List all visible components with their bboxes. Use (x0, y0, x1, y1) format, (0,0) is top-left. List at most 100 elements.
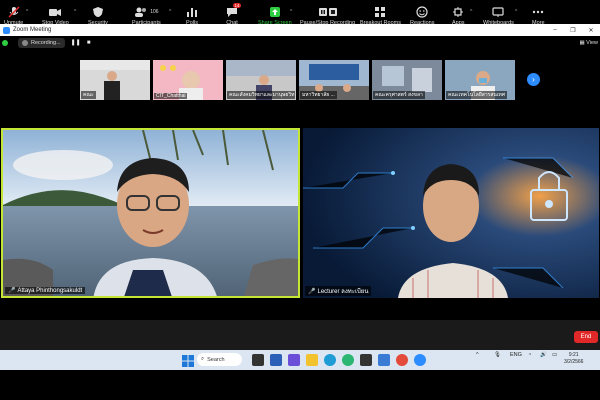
chat-label: Chat (226, 20, 238, 26)
pause-recording-button[interactable]: ❚❚ (71, 39, 81, 47)
zoom-screen: Zoom Meeting – ❐ ✕ Recording... ❚❚ ■ ▦ V… (0, 0, 600, 400)
share-screen-button[interactable]: Share Screen (258, 6, 292, 26)
teams-chat-icon[interactable] (288, 354, 300, 366)
participant-tile[interactable]: คณะ (80, 60, 150, 100)
more-label: More (532, 20, 545, 26)
apps-icon (452, 6, 464, 18)
mail-icon[interactable] (378, 354, 390, 366)
view-button[interactable]: ▦ View (579, 40, 598, 46)
meeting-toolbar (0, 320, 600, 350)
speaker-name: Attaya Phinthongsakuldt (17, 287, 83, 294)
participant-name: คณะเทคโนโลยีสารสนเทศ (446, 91, 507, 99)
keyboard-language[interactable]: ENG (510, 352, 522, 358)
security-button[interactable]: Security (88, 6, 108, 26)
battery-icon[interactable]: ▭ (552, 352, 557, 358)
share-options-caret[interactable]: ^ (290, 9, 292, 15)
participants-label: Participants (132, 20, 161, 26)
taskbar-search-box[interactable]: ⌕ Search (197, 353, 242, 366)
participant-name: คณะสังคมวิทยาและมานุษยวิทยา (227, 91, 295, 99)
pause-stop-icon (318, 6, 338, 18)
participant-strip: คณะ CIT_Chatthai คณะสังคมวิทยาและมานุษยว… (80, 60, 518, 100)
windows-start-icon[interactable] (182, 354, 194, 367)
participant-name: คณะครุศาสตร์ สงขลา (373, 91, 425, 99)
lecturer-name-label: 🎤 Lecturer ลงทะเบียน (305, 286, 372, 296)
edge-browser-icon[interactable] (324, 354, 336, 366)
stop-recording-button[interactable]: ■ (85, 39, 93, 47)
polls-button[interactable]: Polls (186, 6, 198, 26)
close-button[interactable]: ✕ (582, 27, 600, 34)
chrome-alt-icon[interactable] (342, 354, 354, 366)
search-placeholder: Search (207, 356, 225, 363)
apps-options-caret[interactable]: ^ (470, 9, 472, 15)
apps-label: Apps (452, 20, 465, 26)
participant-tile[interactable]: คณะเทคโนโลยีสารสนเทศ (445, 60, 515, 100)
zoom-logo-icon (3, 26, 10, 34)
more-button[interactable]: More (532, 6, 545, 26)
task-view-icon[interactable] (252, 354, 264, 366)
whiteboards-options-caret[interactable]: ^ (515, 9, 517, 15)
stop-video-button[interactable]: Stop Video (42, 6, 69, 26)
lecturer-video (303, 128, 599, 298)
tray-mic-icon[interactable]: 🎙 (494, 352, 501, 358)
security-label: Security (88, 20, 108, 26)
mic-icon: 🎤 (308, 288, 316, 295)
breakout-rooms-icon (374, 6, 386, 18)
participants-button[interactable]: 106 Participants (132, 6, 161, 26)
polls-label: Polls (186, 20, 198, 26)
participant-tile[interactable]: คณะสังคมวิทยาและมานุษยวิทยา (226, 60, 296, 100)
video-camera-icon (48, 6, 62, 18)
reactions-smiley-icon (416, 6, 428, 18)
recording-dot-icon (22, 40, 28, 46)
reactions-label: Reactions (410, 20, 435, 26)
participant-tile[interactable]: มหาวิทยาลัย ... (299, 60, 369, 100)
next-page-button[interactable]: › (527, 73, 540, 86)
taskbar-clock[interactable]: 9:21 3/2/2566 (564, 352, 583, 366)
more-dots-icon (532, 6, 544, 18)
speaker-video (3, 130, 298, 296)
zoom-app-icon[interactable] (414, 354, 426, 366)
clock-time: 9:21 (568, 352, 579, 358)
end-meeting-button[interactable]: End (574, 331, 598, 343)
whiteboards-button[interactable]: Whiteboards (483, 6, 514, 26)
recording-label: Recording... (31, 40, 61, 46)
unmute-label: Unmute (4, 20, 24, 26)
chat-bubble-icon: 14 (226, 3, 242, 18)
minimize-button[interactable]: – (546, 27, 564, 34)
search-icon: ⌕ (201, 356, 205, 362)
unmute-button[interactable]: Unmute (4, 6, 23, 26)
audio-options-caret[interactable]: ^ (26, 9, 28, 15)
tray-overflow-icon[interactable]: ^ (476, 352, 479, 358)
participants-options-caret[interactable]: ^ (169, 9, 171, 15)
pause-stop-recording-button[interactable]: Pause/Stop Recording (300, 6, 355, 26)
wifi-icon[interactable]: ◔ (528, 352, 531, 358)
mic-muted-icon (8, 6, 20, 18)
participant-tile[interactable]: CIT_Chatthai (153, 60, 223, 100)
participant-name: คณะ (81, 91, 96, 99)
participants-count: 106 (150, 9, 159, 15)
main-video-speaker[interactable]: 🎤 Attaya Phinthongsakuldt (1, 128, 300, 298)
chat-button[interactable]: 14 Chat (226, 3, 242, 26)
file-explorer-icon[interactable] (306, 354, 318, 366)
clock-date: 3/2/2566 (564, 359, 584, 365)
share-screen-label: Share Screen (258, 20, 292, 26)
pause-stop-recording-label: Pause/Stop Recording (300, 20, 356, 26)
whiteboard-icon (492, 6, 505, 18)
encryption-shield-icon[interactable] (2, 40, 8, 46)
participants-icon: 106 (134, 6, 159, 18)
breakout-rooms-label: Breakout Rooms (360, 20, 401, 26)
breakout-rooms-button[interactable]: Breakout Rooms (360, 6, 401, 26)
main-video-lecturer[interactable]: 🎤 Lecturer ลงทะเบียน (303, 128, 599, 298)
apps-button[interactable]: Apps (452, 6, 465, 26)
store-icon[interactable] (360, 354, 372, 366)
participant-tile[interactable]: คณะครุศาสตร์ สงขลา (372, 60, 442, 100)
reactions-button[interactable]: Reactions (410, 6, 434, 26)
speaker-name-label: 🎤 Attaya Phinthongsakuldt (5, 287, 86, 294)
maximize-button[interactable]: ❐ (564, 27, 582, 34)
volume-icon[interactable]: 🔊 (540, 352, 547, 358)
participant-name: มหาวิทยาลัย ... (300, 91, 337, 99)
participant-name: CIT_Chatthai (154, 93, 188, 99)
recording-indicator: Recording... (18, 38, 65, 48)
chrome-browser-icon[interactable] (396, 354, 408, 366)
widgets-icon[interactable] (270, 354, 282, 366)
video-options-caret[interactable]: ^ (74, 9, 76, 15)
